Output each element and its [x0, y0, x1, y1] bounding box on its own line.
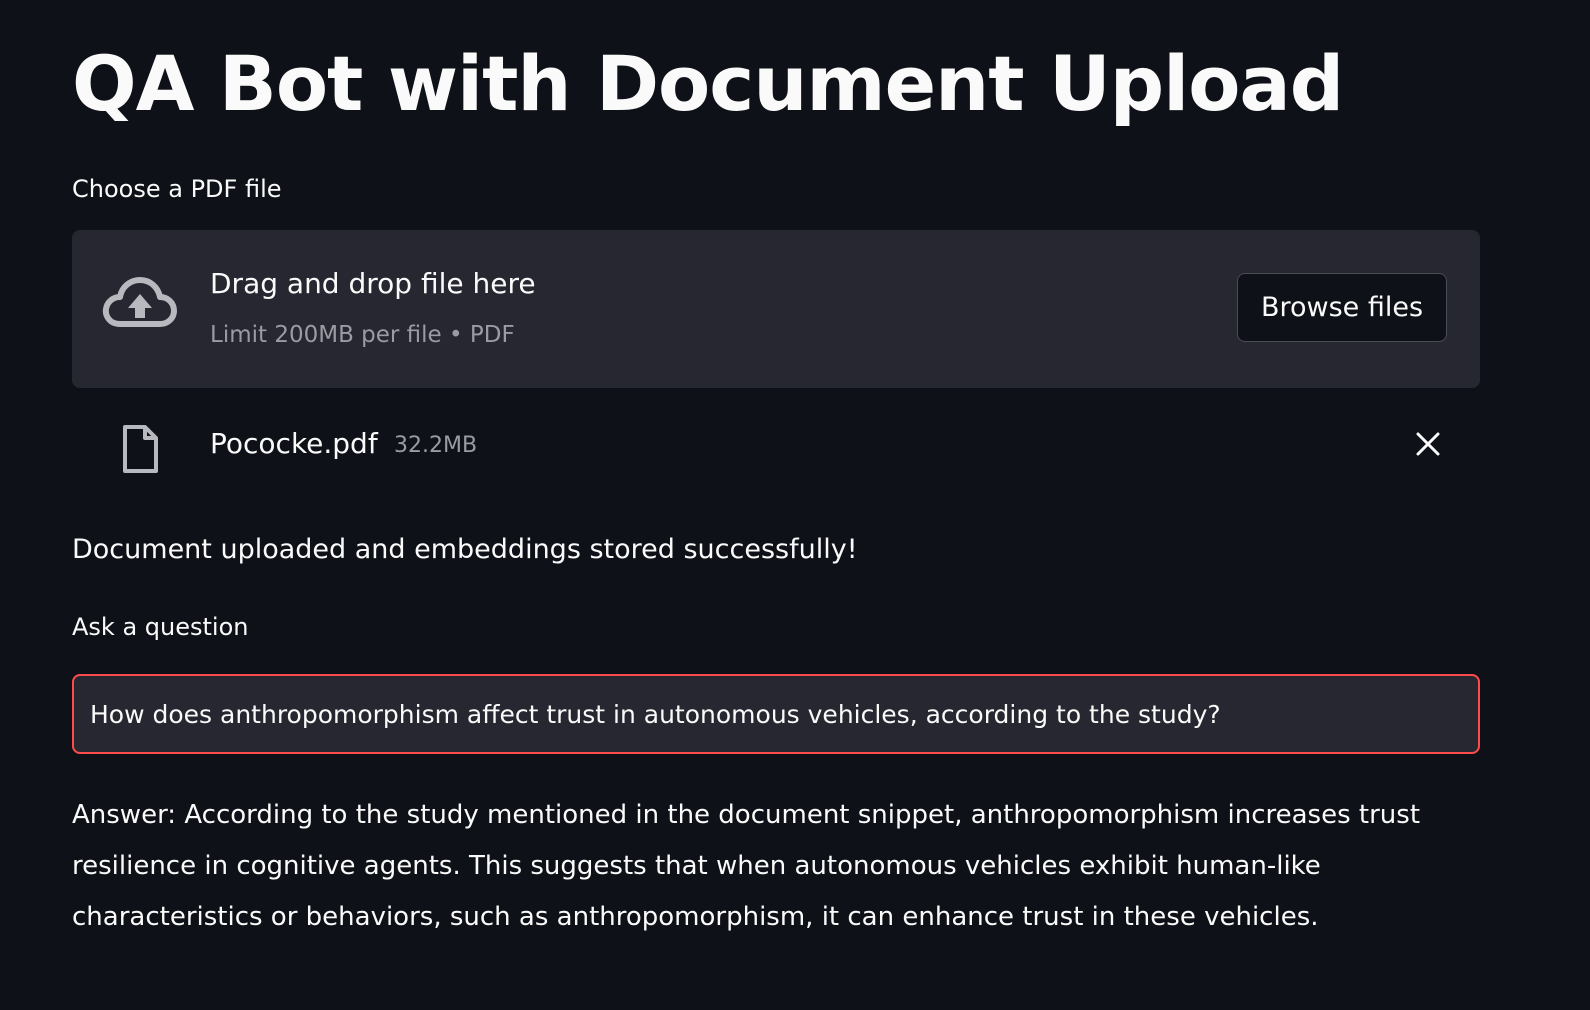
cloud-upload-icon	[102, 277, 177, 327]
status-message: Document uploaded and embeddings stored …	[72, 534, 858, 565]
uploaded-file-size: 32.2MB	[394, 433, 478, 458]
dropzone-limit-text: Limit 200MB per file • PDF	[210, 322, 515, 348]
uploaded-file-name: Pococke.pdf	[210, 427, 378, 460]
question-label: Ask a question	[72, 613, 249, 641]
browse-files-button[interactable]: Browse files	[1237, 273, 1447, 342]
close-icon[interactable]	[1406, 422, 1450, 466]
file-dropzone[interactable]: Drag and drop file here Limit 200MB per …	[72, 230, 1480, 388]
question-input[interactable]	[72, 674, 1480, 754]
page-title: QA Bot with Document Upload	[72, 39, 1344, 128]
file-icon	[123, 425, 158, 473]
uploaded-file-row: Pococke.pdf 32.2MB	[72, 410, 1480, 480]
answer-text: Answer: According to the study mentioned…	[72, 800, 1421, 932]
file-uploader-label: Choose a PDF file	[72, 175, 282, 203]
dropzone-title: Drag and drop file here	[210, 267, 536, 300]
